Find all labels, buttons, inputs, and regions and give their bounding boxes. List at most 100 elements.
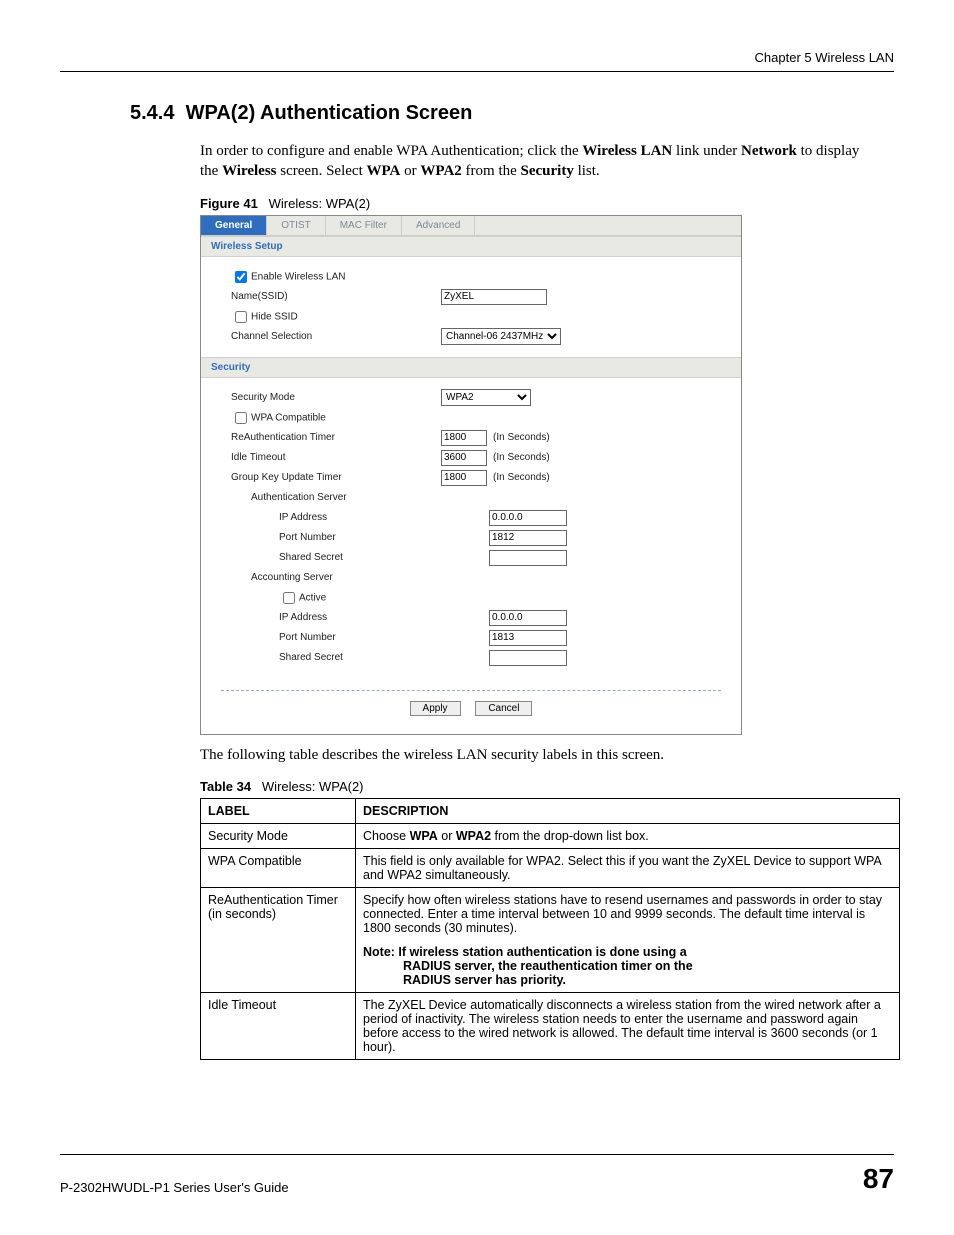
cell-desc: Choose WPA or WPA2 from the drop-down li… (356, 823, 900, 848)
cell-label: WPA Compatible (201, 848, 356, 887)
groupkey-label: Group Key Update Timer (231, 472, 441, 483)
channel-label: Channel Selection (231, 331, 441, 342)
section-number: 5.4.4 (130, 102, 174, 124)
acct-port-input[interactable] (489, 630, 567, 646)
hide-ssid-checkbox[interactable] (235, 311, 247, 323)
text: from the drop-down list box. (491, 829, 649, 843)
enable-wlan-checkbox[interactable] (235, 271, 247, 283)
section-title: WPA(2) Authentication Screen (186, 102, 473, 124)
cancel-button[interactable]: Cancel (475, 701, 532, 716)
acct-active-checkbox[interactable] (283, 592, 295, 604)
wpa-compat-checkbox[interactable] (235, 412, 247, 424)
bold-text: Security (521, 163, 574, 179)
auth-port-input[interactable] (489, 530, 567, 546)
acct-secret-label: Shared Secret (231, 652, 489, 663)
figure-title: Wireless: WPA(2) (269, 196, 371, 211)
acct-port-label: Port Number (231, 632, 489, 643)
idle-label: Idle Timeout (231, 452, 441, 463)
chapter-header: Chapter 5 Wireless LAN (60, 50, 894, 65)
wpa-compat-label: WPA Compatible (251, 412, 326, 423)
text: list. (574, 163, 600, 179)
text: Specify how often wireless stations have… (363, 893, 882, 935)
text: or (438, 829, 456, 843)
table-caption: Table 34 Wireless: WPA(2) (60, 779, 894, 794)
table-row: WPA Compatible This field is only availa… (201, 848, 900, 887)
footer-guide-name: P-2302HWUDL-P1 Series User's Guide (60, 1180, 289, 1195)
seconds-suffix: (In Seconds) (493, 432, 550, 443)
wireless-config-screenshot: General OTIST MAC Filter Advanced Wirele… (200, 215, 742, 735)
table-label: Table 34 (200, 779, 251, 794)
tab-bar: General OTIST MAC Filter Advanced (201, 216, 741, 236)
after-figure-text: The following table describes the wirele… (60, 745, 894, 765)
cell-label: ReAuthentication Timer (in seconds) (201, 887, 356, 992)
acct-server-label: Accounting Server (231, 572, 461, 583)
reauth-input[interactable] (441, 430, 487, 446)
ssid-input[interactable] (441, 289, 547, 305)
tab-general[interactable]: General (201, 216, 267, 235)
bold-text: Wireless LAN (582, 143, 672, 159)
page-number: 87 (863, 1163, 894, 1195)
auth-secret-input[interactable] (489, 550, 567, 566)
table-row: Idle Timeout The ZyXEL Device automatica… (201, 992, 900, 1059)
bold-text: Wireless (222, 163, 276, 179)
header-rule (60, 71, 894, 72)
groupkey-input[interactable] (441, 470, 487, 486)
footer-rule (60, 1154, 894, 1155)
figure-label: Figure 41 (200, 196, 258, 211)
auth-port-label: Port Number (231, 532, 489, 543)
security-mode-select[interactable]: WPA2 (441, 389, 531, 406)
text: or (400, 163, 420, 179)
apply-button[interactable]: Apply (410, 701, 461, 716)
cell-label: Security Mode (201, 823, 356, 848)
page-footer: P-2302HWUDL-P1 Series User's Guide 87 (60, 1154, 894, 1195)
wpa-compat-row: WPA Compatible (231, 409, 441, 427)
intro-paragraph: In order to configure and enable WPA Aut… (60, 141, 894, 182)
note-line: RADIUS server, the reauthentication time… (363, 959, 892, 973)
section-heading: 5.4.4 WPA(2) Authentication Screen (60, 102, 894, 125)
text: Choose (363, 829, 410, 843)
channel-select[interactable]: Channel-06 2437MHz (441, 328, 561, 345)
note-line: RADIUS server has priority. (363, 973, 892, 987)
cell-desc: This field is only available for WPA2. S… (356, 848, 900, 887)
tab-macfilter[interactable]: MAC Filter (326, 216, 402, 235)
acct-ip-input[interactable] (489, 610, 567, 626)
bold-text: WPA2 (456, 829, 491, 843)
table-title: Wireless: WPA(2) (262, 779, 364, 794)
seconds-suffix: (In Seconds) (493, 452, 550, 463)
acct-secret-input[interactable] (489, 650, 567, 666)
text: link under (672, 143, 741, 159)
acct-ip-label: IP Address (231, 612, 489, 623)
hide-ssid-label: Hide SSID (251, 311, 298, 322)
cell-desc: The ZyXEL Device automatically disconnec… (356, 992, 900, 1059)
button-row: Apply Cancel (221, 690, 721, 722)
tab-advanced[interactable]: Advanced (402, 216, 475, 235)
ssid-label: Name(SSID) (231, 291, 441, 302)
col-label: LABEL (201, 798, 356, 823)
note-line: Note: If wireless station authentication… (363, 945, 687, 959)
bold-text: WPA (367, 163, 401, 179)
text: screen. Select (277, 163, 367, 179)
security-mode-label: Security Mode (231, 392, 441, 403)
hide-ssid-row: Hide SSID (231, 308, 441, 326)
tab-otist[interactable]: OTIST (267, 216, 325, 235)
bold-text: WPA (410, 829, 438, 843)
auth-ip-label: IP Address (231, 512, 489, 523)
auth-ip-input[interactable] (489, 510, 567, 526)
table-row: ReAuthentication Timer (in seconds) Spec… (201, 887, 900, 992)
table-row: Security Mode Choose WPA or WPA2 from th… (201, 823, 900, 848)
auth-server-label: Authentication Server (231, 492, 461, 503)
cell-desc: Specify how often wireless stations have… (356, 887, 900, 992)
cell-label: Idle Timeout (201, 992, 356, 1059)
section-security: Security (201, 357, 741, 378)
note-block: Note: If wireless station authentication… (363, 945, 892, 987)
auth-secret-label: Shared Secret (231, 552, 489, 563)
enable-wlan-row: Enable Wireless LAN (231, 268, 441, 286)
bold-text: Network (741, 143, 797, 159)
reauth-label: ReAuthentication Timer (231, 432, 441, 443)
idle-input[interactable] (441, 450, 487, 466)
table-header-row: LABEL DESCRIPTION (201, 798, 900, 823)
bold-text: WPA2 (420, 163, 461, 179)
col-description: DESCRIPTION (356, 798, 900, 823)
section-wireless-setup: Wireless Setup (201, 236, 741, 257)
seconds-suffix: (In Seconds) (493, 472, 550, 483)
